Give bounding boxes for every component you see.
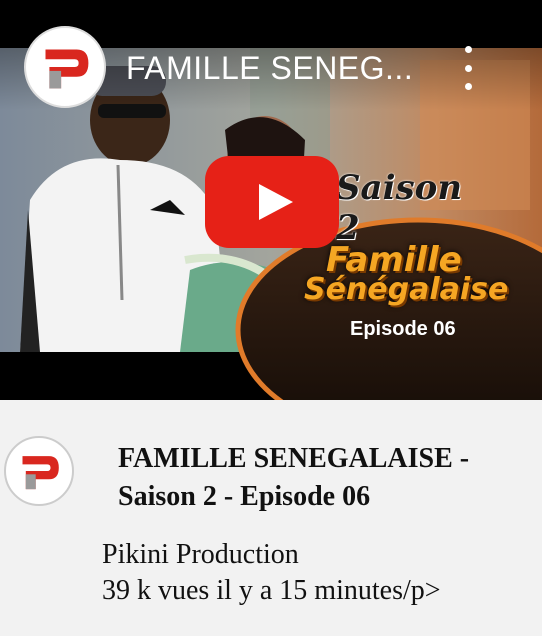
more-dot — [464, 83, 472, 90]
pikini-logo-icon[interactable] — [24, 26, 106, 108]
video-info: FAMILLE SENEGALAISE - Saison 2 - Episode… — [0, 400, 542, 636]
pikini-logo-icon — [7, 439, 71, 503]
video-title-overlay[interactable]: FAMILLE SENEG... — [126, 48, 426, 88]
youtube-play-icon[interactable] — [205, 156, 339, 248]
video-meta: 39 k vues il y a 15 minutes/p> — [102, 575, 441, 606]
channel-avatar[interactable] — [4, 436, 74, 506]
channel-name[interactable]: Pikini Production — [102, 538, 299, 572]
video-player[interactable]: Saison 2 Famille Sénégalaise Episode 06 … — [0, 0, 542, 400]
thumbnail-season-text: Saison 2 — [336, 168, 463, 248]
more-dot — [464, 64, 472, 72]
more-vert-icon[interactable] — [454, 46, 482, 90]
thumbnail-show-title-line2: Sénégalaise — [304, 272, 509, 307]
thumbnail-episode-text: Episode 06 — [350, 318, 456, 340]
video-title[interactable]: FAMILLE SENEGALAISE - Saison 2 - Episode… — [118, 440, 518, 516]
more-dot — [464, 46, 472, 53]
